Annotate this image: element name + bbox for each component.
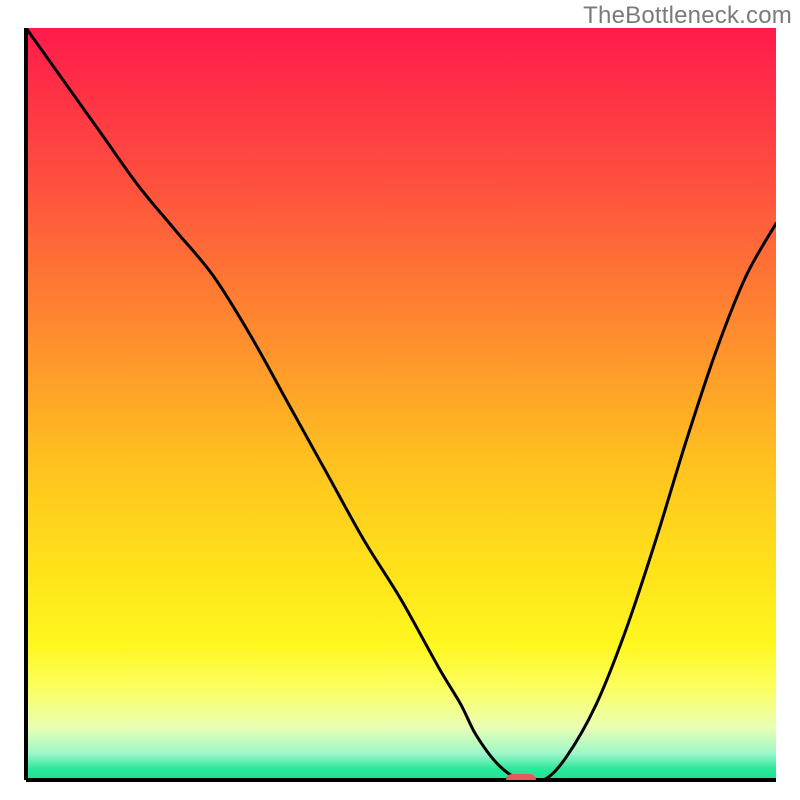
chart-frame: TheBottleneck.com	[0, 0, 800, 800]
watermark-text: TheBottleneck.com	[583, 2, 792, 30]
plot-background	[26, 28, 776, 780]
bottleneck-chart	[0, 0, 800, 800]
optimal-marker	[506, 774, 536, 786]
